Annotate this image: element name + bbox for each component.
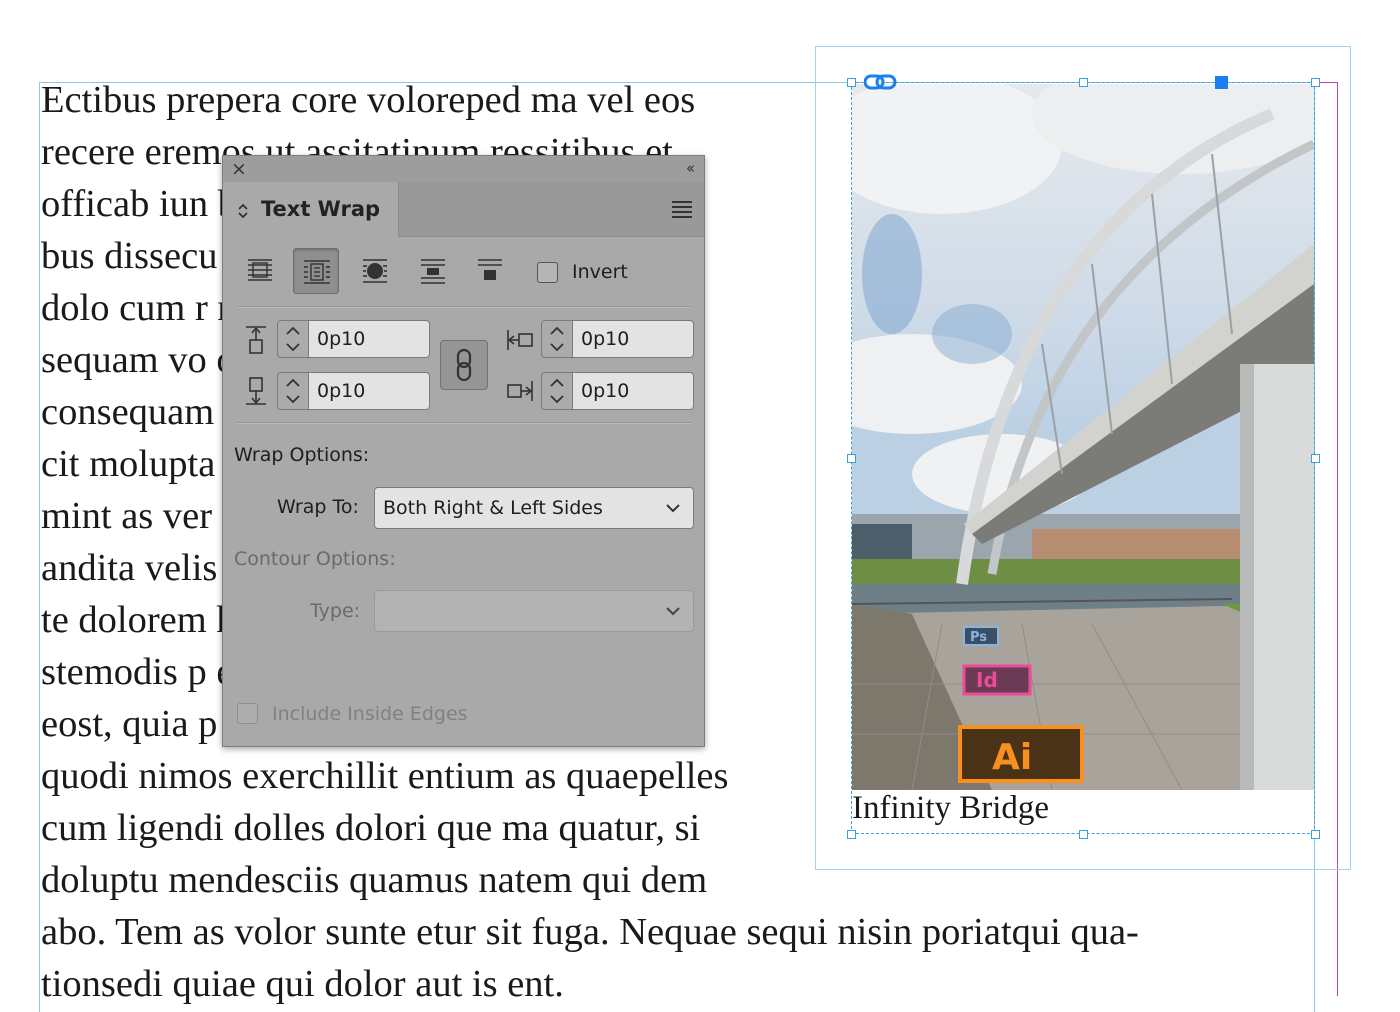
panel-tab-strip: Text Wrap bbox=[223, 182, 704, 237]
type-label: Type: bbox=[310, 600, 361, 622]
left-offset-icon bbox=[505, 324, 533, 356]
invert-checkbox[interactable] bbox=[537, 262, 558, 283]
bottom-offset-field[interactable]: 0p10 bbox=[309, 372, 430, 410]
panel-menu-icon[interactable] bbox=[672, 201, 692, 221]
text-line: cum ligendi dolles dolori que ma quatur,… bbox=[41, 807, 701, 849]
frame-handle-top-right[interactable] bbox=[1311, 78, 1320, 87]
invert-label: Invert bbox=[572, 261, 628, 283]
text-line: abo. Tem as volor sunte etur sit fuga. N… bbox=[41, 911, 1139, 953]
make-all-settings-same-button[interactable] bbox=[440, 340, 488, 390]
tab-text-wrap[interactable]: Text Wrap bbox=[223, 182, 399, 237]
right-offset-icon bbox=[505, 375, 533, 407]
frame-handle-middle-left[interactable] bbox=[847, 454, 856, 463]
image-frame[interactable] bbox=[851, 82, 1315, 834]
tab-toggle-icon[interactable] bbox=[237, 202, 249, 220]
tab-label: Text Wrap bbox=[261, 197, 381, 221]
frame-handle-top-center[interactable] bbox=[1079, 78, 1088, 87]
close-icon[interactable]: × bbox=[231, 158, 247, 180]
frame-handle-bottom-left[interactable] bbox=[847, 830, 856, 839]
collapse-icon[interactable]: ‹‹ bbox=[686, 159, 695, 177]
divider bbox=[237, 422, 692, 424]
wrap-bounding-box-icon bbox=[304, 260, 330, 284]
divider bbox=[237, 306, 692, 308]
bottom-offset-stepper[interactable] bbox=[277, 372, 309, 410]
wrap-to-label: Wrap To: bbox=[277, 496, 359, 518]
frame-handle-bottom-center[interactable] bbox=[1079, 830, 1088, 839]
contour-type-select[interactable] bbox=[374, 590, 694, 632]
top-offset-stepper[interactable] bbox=[277, 320, 309, 358]
wrap-object-shape-icon bbox=[363, 259, 387, 283]
frame-handle-top-left[interactable] bbox=[847, 78, 856, 87]
jump-object-button[interactable] bbox=[410, 248, 456, 294]
chevron-down-icon bbox=[665, 488, 681, 543]
content-grabber-handle[interactable] bbox=[1215, 76, 1228, 89]
text-line: dolo cum r n- bbox=[41, 287, 250, 329]
jump-object-icon bbox=[421, 259, 445, 284]
right-offset-field[interactable]: 0p10 bbox=[573, 372, 694, 410]
top-offset-field[interactable]: 0p10 bbox=[309, 320, 430, 358]
wrap-options-label: Wrap Options: bbox=[234, 444, 370, 466]
left-offset-stepper[interactable] bbox=[541, 320, 573, 358]
jump-to-next-column-button[interactable] bbox=[467, 248, 513, 294]
frame-link-icon[interactable] bbox=[863, 72, 898, 92]
chevron-down-icon bbox=[665, 591, 681, 646]
include-inside-edges-checkbox[interactable] bbox=[237, 703, 258, 724]
left-offset-field[interactable]: 0p10 bbox=[573, 320, 694, 358]
wrap-bounding-box-button[interactable] bbox=[293, 248, 339, 294]
text-line: doluptu mendesciis quamus natem qui dem bbox=[41, 859, 708, 901]
wrap-to-value: Both Right & Left Sides bbox=[383, 497, 603, 519]
wrap-to-select[interactable]: Both Right & Left Sides bbox=[374, 487, 694, 529]
chain-link-icon bbox=[456, 348, 472, 382]
frame-handle-middle-right[interactable] bbox=[1311, 454, 1320, 463]
text-line: tionsedi quiae qui dolor aut is ent. bbox=[41, 963, 564, 1005]
jump-to-next-column-icon bbox=[478, 259, 502, 280]
text-wrap-panel[interactable]: × ‹‹ Text Wrap Invert 0p10 0p10 0p10 0p1… bbox=[222, 155, 705, 747]
text-line: Ectibus prepera core voloreped ma vel eo… bbox=[41, 79, 696, 121]
bottom-offset-icon bbox=[242, 375, 270, 407]
contour-options-label: Contour Options: bbox=[234, 548, 396, 570]
include-inside-edges-label: Include Inside Edges bbox=[272, 703, 468, 725]
frame-handle-bottom-right[interactable] bbox=[1311, 830, 1320, 839]
panel-titlebar[interactable]: × ‹‹ bbox=[223, 156, 704, 183]
no-wrap-icon bbox=[248, 259, 272, 281]
wrap-object-shape-button[interactable] bbox=[352, 248, 398, 294]
right-offset-stepper[interactable] bbox=[541, 372, 573, 410]
top-offset-icon bbox=[242, 324, 270, 356]
text-line: quodi nimos exerchillit entium as quaepe… bbox=[41, 755, 729, 797]
no-text-wrap-button[interactable] bbox=[237, 248, 283, 294]
